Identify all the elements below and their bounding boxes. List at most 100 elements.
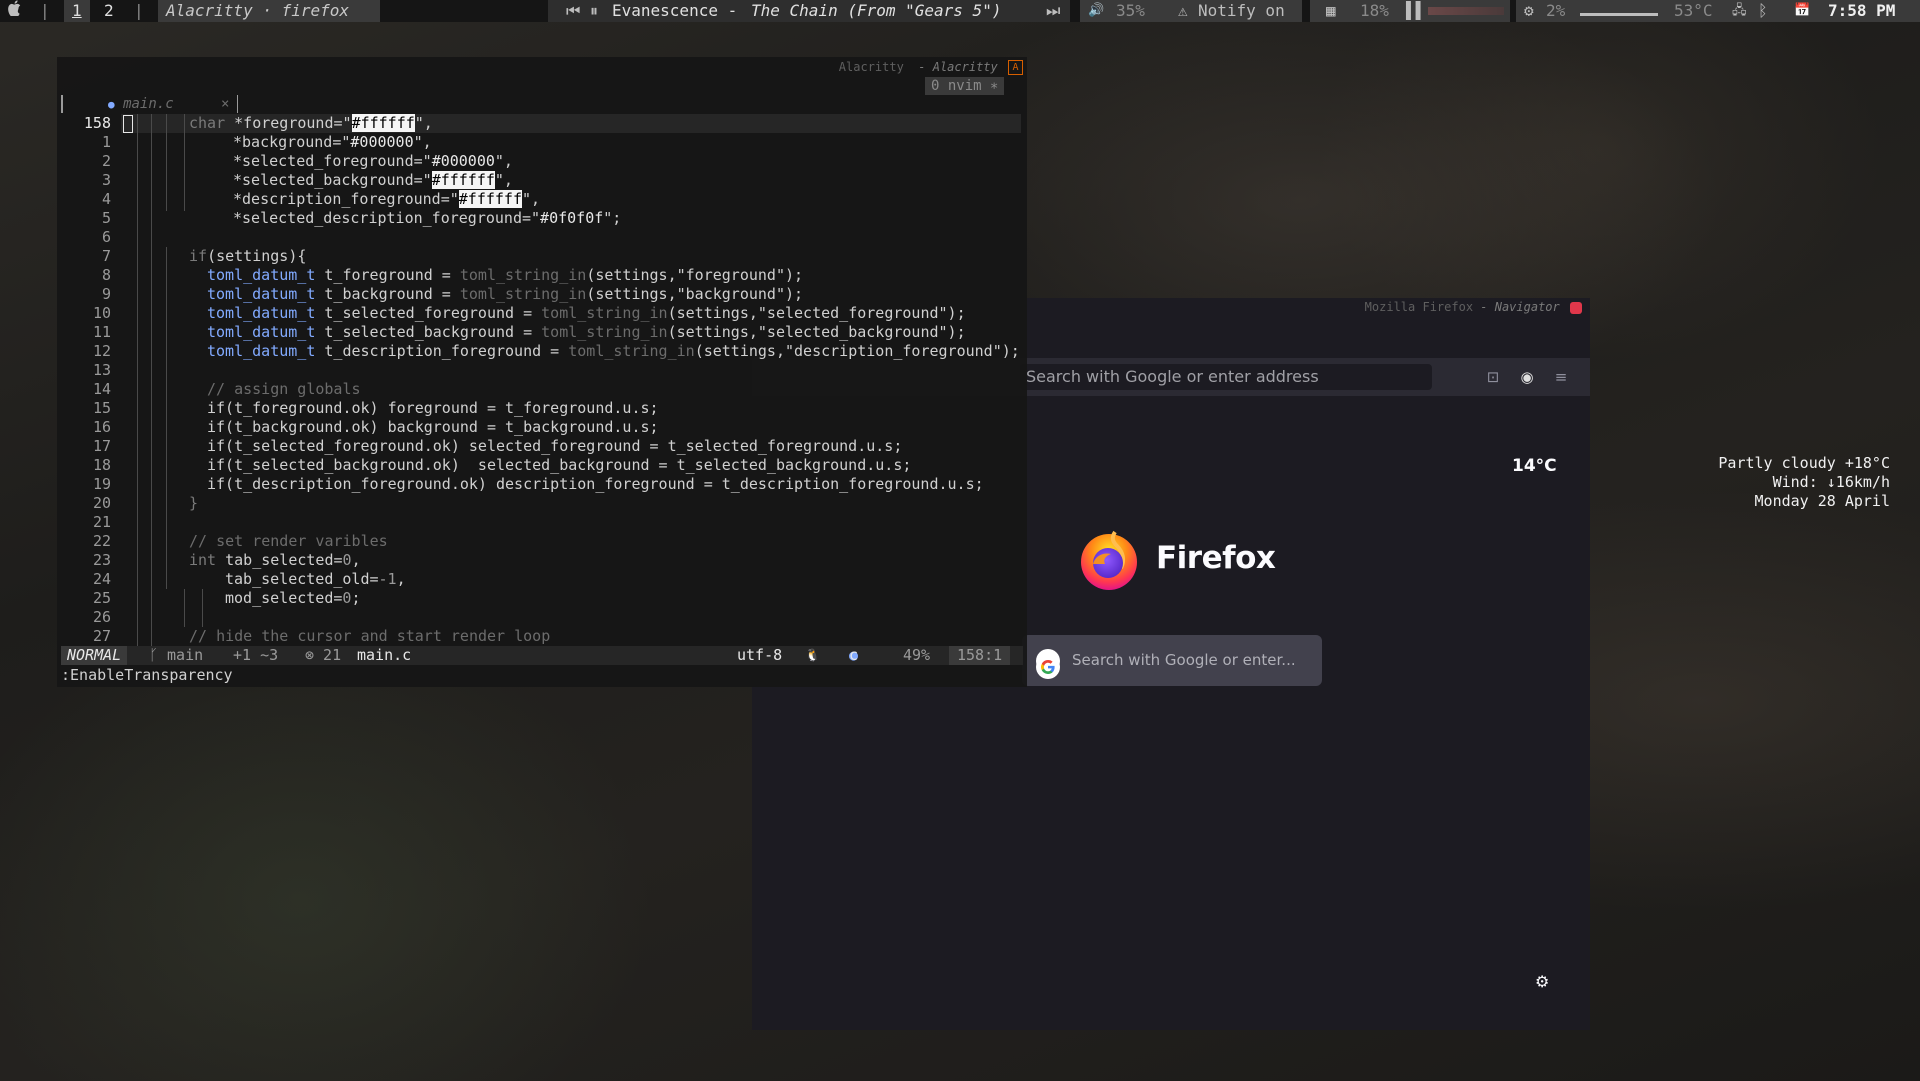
media-pause-icon[interactable]: ⏸ (590, 0, 598, 22)
notify-icon[interactable]: ⚠ (1178, 0, 1188, 22)
alacritty-title-class: - Alacritty (918, 60, 998, 74)
code-token: int (189, 551, 217, 569)
code-line: if(t_selected_background.ok) selected_ba… (207, 456, 912, 474)
line-number: 17 (92, 437, 111, 455)
newtab-search-box[interactable]: Search with Google or enter... (1022, 635, 1322, 686)
line-number: 16 (92, 418, 111, 436)
apple-icon[interactable] (8, 0, 22, 22)
code-token: (settings,"selected_background"); (667, 323, 966, 341)
code-token: ", (494, 171, 513, 189)
code-line: if(t_background.ok) background = t_backg… (207, 418, 659, 436)
line-number: 13 (92, 361, 111, 379)
diagnostics-count: ⊗ 21 (305, 646, 342, 664)
code-token: (settings,"selected_foreground"); (667, 304, 966, 322)
temperature-value: 53°C (1674, 1, 1713, 20)
code-token: toml_datum_t (207, 323, 316, 341)
newtab-search-placeholder: Search with Google or enter... (1072, 651, 1296, 669)
address-bar[interactable]: Search with Google or enter address (1020, 364, 1432, 390)
buffer-tab[interactable]: ● main.c (108, 95, 238, 113)
bluetooth-icon[interactable]: ᛒ (1758, 0, 1768, 22)
line-number: 23 (92, 551, 111, 569)
line-number: 9 (101, 285, 111, 303)
firefox-wordmark: Firefox (1156, 540, 1276, 576)
nvim-cmdline[interactable]: :EnableTransparency (61, 666, 233, 685)
weather-wind: Wind: ↓16km/h (1772, 473, 1890, 491)
filetype-label: c (849, 646, 859, 664)
line-number: 1 (101, 133, 111, 151)
line-number: 20 (92, 494, 111, 512)
account-icon[interactable]: ◉ (1518, 368, 1536, 386)
media-prev-icon[interactable]: ⏮ (566, 0, 580, 22)
git-diff: +1 ~3 (233, 646, 279, 664)
workspace-1[interactable]: 1 (72, 0, 82, 22)
calendar-icon[interactable]: 📅 (1794, 0, 1810, 22)
code-token: toml_string_in (459, 285, 587, 303)
code-comment: // hide the cursor and start render loop (189, 627, 551, 645)
alacritty-close-button[interactable]: A (1008, 60, 1023, 75)
newtab-weather[interactable]: 14°C (1512, 456, 1557, 476)
line-number: 3 (101, 171, 111, 189)
firefox-title-app: Mozilla Firefox (1364, 300, 1474, 314)
now-playing-artist: Evanescence - (612, 1, 738, 20)
code-token: (settings){ (207, 247, 307, 265)
bar-separator-2: | (134, 1, 144, 20)
notify-status[interactable]: Notify on (1198, 0, 1285, 22)
nvim-statusline: NORMAL ᚴ main +1 ~3 ⊗ 21 main.c utf-8 🐧 … (61, 646, 1023, 665)
line-number: 14 (92, 380, 111, 398)
code-comment: // assign globals (207, 380, 361, 398)
code-token: t_foreground = (315, 266, 460, 284)
code-token: mod_selected= (225, 589, 343, 607)
line-number: 158 (83, 114, 111, 132)
line-number: 11 (92, 323, 111, 341)
code-token: -1 (378, 570, 397, 588)
code-token: *foreground=" (234, 114, 352, 132)
media-next-icon[interactable]: ⏭ (1046, 0, 1060, 22)
alacritty-titlebar: Alacritty - Alacritty A (839, 57, 1027, 77)
bar-separator: | (40, 1, 50, 20)
firefox-close-button[interactable] (1570, 301, 1582, 314)
scroll-percent: 49% (903, 646, 931, 664)
code-token: ", (413, 133, 432, 151)
buffer-tab-close[interactable]: × (221, 95, 229, 113)
color-literal: #ffffff (431, 171, 495, 189)
volume-icon[interactable]: 🔊 (1088, 0, 1104, 22)
statusline-filename: main.c (357, 646, 412, 664)
code-token: , (351, 551, 361, 569)
os-icon: 🐧 (805, 648, 820, 662)
code-token: tab_selected_old= (225, 570, 379, 588)
top-bar: | 1 2 | Alacritty · firefox ⏮ ⏸ Evanesce… (0, 0, 1920, 22)
ram-icon: ▦ (1326, 1, 1336, 20)
line-number: 18 (92, 456, 111, 474)
code-token: t_background = (315, 285, 460, 303)
alacritty-title-app: Alacritty (838, 60, 904, 74)
cpu-value: 2% (1546, 1, 1566, 20)
tmux-window-tag: 0 nvim ∗ (925, 77, 1005, 95)
clock[interactable]: 7:58 PM (1828, 0, 1895, 22)
line-number: 5 (101, 209, 111, 227)
line-number: 26 (92, 608, 111, 626)
line-number: 19 (92, 475, 111, 493)
code-token: toml_datum_t (207, 266, 316, 284)
code-token: toml_string_in (541, 304, 668, 322)
color-literal: #000000 (350, 133, 414, 151)
pocket-icon[interactable]: ⊡ (1484, 368, 1502, 386)
code-token: t_selected_foreground = (315, 304, 542, 322)
line-number: 15 (92, 399, 111, 417)
buffer-tab-label: main.c (123, 96, 174, 112)
line-number: 24 (92, 570, 111, 588)
network-icon[interactable]: 🖧 (1732, 0, 1747, 22)
color-literal: #ffffff (458, 190, 522, 208)
firefox-title-class: - Navigator (1480, 300, 1560, 314)
c-file-icon: ● (108, 98, 115, 111)
workspace-2[interactable]: 2 (104, 0, 114, 22)
menu-icon[interactable]: ≡ (1552, 368, 1570, 386)
line-number: 8 (101, 266, 111, 284)
settings-gear-icon[interactable]: ⚙ (1535, 972, 1549, 991)
line-number: 27 (92, 627, 111, 645)
code-token: ; (351, 589, 361, 607)
code-token: *selected_foreground=" (233, 152, 432, 170)
alacritty-window: Alacritty - Alacritty A 0 nvim ∗ ● main.… (57, 57, 1027, 687)
code-token: if (189, 247, 208, 265)
code-token: t_description_foreground = (315, 342, 569, 360)
line-number: 6 (101, 228, 111, 246)
